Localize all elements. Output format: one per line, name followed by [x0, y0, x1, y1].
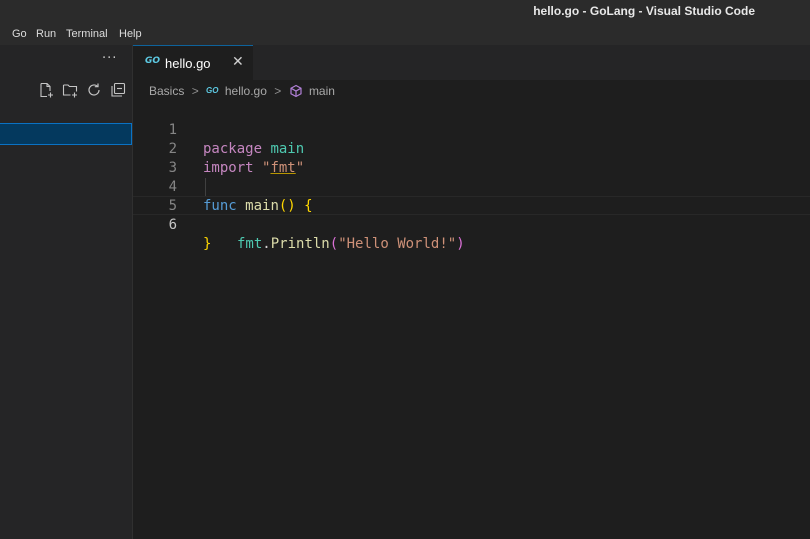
code-line: 3 — [133, 140, 810, 176]
new-file-icon[interactable] — [38, 82, 54, 98]
breadcrumb-folder[interactable]: Basics — [149, 84, 184, 98]
code-line-current: 6 } — [133, 196, 810, 252]
menu-run[interactable]: Run — [36, 28, 56, 40]
code-editor[interactable]: 1 package main 2 import "fmt" 3 4 func m… — [133, 101, 810, 539]
symbol-cube-icon — [289, 84, 303, 98]
go-file-icon: GO — [206, 86, 219, 96]
go-file-icon: GO — [145, 56, 161, 66]
explorer-sidebar: ··· — [0, 45, 133, 539]
close-icon[interactable]: ✕ — [232, 54, 244, 70]
breadcrumb-separator: > — [191, 83, 199, 98]
collapse-all-icon[interactable] — [110, 82, 126, 98]
code-line: 1 package main — [133, 102, 810, 157]
tab-hello-go[interactable]: GO hello.go ✕ — [133, 45, 253, 80]
title-bar: hello.go - GoLang - Visual Studio Code — [0, 0, 810, 24]
menu-help[interactable]: Help — [119, 28, 142, 40]
breadcrumb-symbol[interactable]: main — [309, 84, 335, 98]
function-call: Println — [270, 236, 330, 252]
code-line: 2 import "fmt" — [133, 121, 810, 176]
window-title: hello.go - GoLang - Visual Studio Code — [533, 4, 755, 18]
code-line: 5 fmt.Println("Hello World!") — [133, 178, 810, 252]
refresh-icon[interactable] — [86, 82, 102, 98]
more-actions-icon[interactable]: ··· — [102, 51, 117, 66]
string-literal: "Hello World!" — [338, 236, 457, 252]
indent-guide — [205, 178, 206, 197]
breadcrumb: Basics > GO hello.go > main — [149, 83, 335, 101]
new-folder-icon[interactable] — [62, 82, 78, 98]
menu-go[interactable]: Go — [12, 28, 27, 40]
code-line: 4 func main() { — [133, 159, 810, 214]
explorer-selected-row[interactable] — [0, 123, 132, 145]
tab-label: hello.go — [165, 56, 211, 71]
line-number: 6 — [168, 217, 177, 233]
breadcrumb-separator: > — [274, 83, 282, 98]
breadcrumb-file[interactable]: hello.go — [225, 84, 267, 98]
close-brace: } — [203, 236, 212, 252]
menu-terminal[interactable]: Terminal — [66, 28, 108, 40]
package-ref: fmt — [237, 236, 263, 252]
menu-bar: Go Run Terminal Help — [0, 24, 810, 45]
editor-tab-bar: GO hello.go ✕ — [133, 45, 810, 80]
